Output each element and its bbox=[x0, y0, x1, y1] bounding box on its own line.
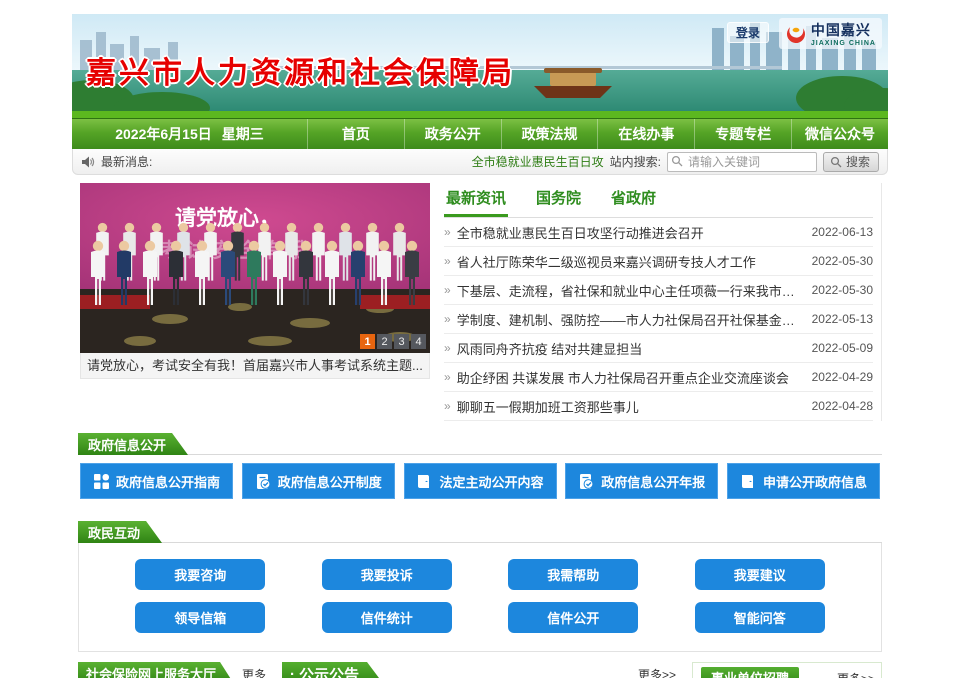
search-button-icon bbox=[830, 156, 842, 168]
consult-button[interactable]: 我要咨询 bbox=[135, 559, 265, 590]
gov-info-buttons: 政府信息公开指南 政府信息公开制度 法定主动公开内容 bbox=[78, 455, 882, 509]
site-title: 嘉兴市人力资源和社会保障局 bbox=[86, 48, 515, 92]
statutory-disclosure-button[interactable]: 法定主动公开内容 bbox=[404, 463, 557, 499]
news-tabs: 最新资讯 国务院 省政府 bbox=[444, 183, 873, 218]
ticker-scroll-text[interactable]: 全市稳就业惠民生百日攻 bbox=[472, 153, 604, 170]
carousel-photo-image: 请党放心， 考试安全有我 bbox=[80, 183, 430, 353]
double-arrow-bullet-icon: » bbox=[444, 225, 451, 239]
double-arrow-bullet-icon: » bbox=[444, 254, 451, 268]
news-date: 2022-05-30 bbox=[812, 283, 873, 297]
news-date: 2022-04-29 bbox=[812, 370, 873, 384]
doc-check-icon bbox=[255, 473, 272, 490]
speaker-icon bbox=[81, 155, 95, 169]
nav-item-home[interactable]: 首页 bbox=[307, 119, 404, 149]
pager-dot-2[interactable]: 2 bbox=[377, 334, 392, 349]
grid-icon bbox=[93, 473, 110, 490]
double-arrow-bullet-icon: » bbox=[444, 283, 451, 297]
news-date: 2022-06-13 bbox=[812, 225, 873, 239]
news-item[interactable]: » 聊聊五一假期加班工资那些事儿 2022-04-28 bbox=[444, 392, 873, 421]
double-arrow-bullet-icon: » bbox=[444, 312, 451, 326]
login-button[interactable]: 登录 bbox=[727, 22, 769, 43]
leader-mailbox-button[interactable]: 领导信箱 bbox=[135, 602, 265, 633]
suggestion-button[interactable]: 我要建议 bbox=[695, 559, 825, 590]
news-item[interactable]: » 省人社厅陈荣华二级巡视员来嘉兴调研专技人才工作 2022-05-30 bbox=[444, 247, 873, 276]
nav-date: 2022年6月15日 星期三 bbox=[72, 119, 307, 149]
news-item[interactable]: » 下基层、走流程，省社保和就业中心主任项薇一行来我市调研“国统”上线情况 20… bbox=[444, 276, 873, 305]
notices-panel: · 公示公告 更多>> » 关于设立嘉善技工学校的公示 2022-05-18 »… bbox=[282, 662, 676, 678]
site-search-label: 站内搜索: bbox=[610, 153, 661, 170]
logo-text-en: JIAXING CHINA bbox=[811, 40, 876, 47]
search-input[interactable] bbox=[667, 152, 817, 172]
carousel-photo[interactable]: 请党放心， 考试安全有我 bbox=[80, 183, 430, 353]
jiaxing-logo-icon bbox=[785, 23, 807, 45]
search-icon bbox=[671, 155, 683, 167]
tab-provincial-gov[interactable]: 省政府 bbox=[609, 183, 658, 217]
main-nav: 2022年6月15日 星期三 首页 政务公开 政策法规 在线办事 专题专栏 微信… bbox=[72, 118, 888, 149]
nav-item-policies[interactable]: 政策法规 bbox=[501, 119, 598, 149]
social-insurance-panel: 社会保险网上服务大厅 更多 个人(单位)社保证明打印 办事指南 bbox=[78, 662, 266, 678]
nav-item-special-topics[interactable]: 专题专栏 bbox=[694, 119, 791, 149]
recruitment-panel: 事业单位招聘 更多>> • 嘉兴市妇幼保健院2022年公开... • 2022年… bbox=[692, 662, 882, 678]
tab-state-council[interactable]: 国务院 bbox=[534, 183, 583, 217]
news-ticker-bar: 最新消息: 全市稳就业惠民生百日攻 站内搜索: 搜索 bbox=[72, 149, 888, 175]
book-icon bbox=[416, 473, 433, 490]
social-insurance-more-link[interactable]: 更多 bbox=[242, 666, 266, 678]
gov-info-guide-button[interactable]: 政府信息公开指南 bbox=[80, 463, 233, 499]
double-arrow-bullet-icon: » bbox=[444, 399, 451, 413]
book-icon bbox=[740, 473, 757, 490]
logo-text-cn: 中国嘉兴 bbox=[811, 20, 876, 40]
news-panel: 最新资讯 国务院 省政府 » 全市稳就业惠民生百日攻坚行动推进会召开 2022-… bbox=[444, 183, 882, 421]
recruitment-title: 事业单位招聘 bbox=[701, 667, 799, 678]
nav-item-wechat[interactable]: 微信公众号 bbox=[791, 119, 888, 149]
news-item[interactable]: » 助企纾困 共谋发展 市人力社保局召开重点企业交流座谈会 2022-04-29 bbox=[444, 363, 873, 392]
gov-info-section: 政府信息公开 政府信息公开指南 政府信息公开制度 bbox=[72, 433, 888, 509]
notices-title: · 公示公告 bbox=[282, 662, 385, 678]
news-list: » 全市稳就业惠民生百日攻坚行动推进会召开 2022-06-13 » 省人社厅陈… bbox=[444, 218, 873, 421]
pager-dot-4[interactable]: 4 bbox=[411, 334, 426, 349]
gov-info-section-title: 政府信息公开 bbox=[78, 433, 188, 455]
photo-carousel: 请党放心， 考试安全有我 bbox=[80, 183, 430, 421]
news-item[interactable]: » 全市稳就业惠民生百日攻坚行动推进会召开 2022-06-13 bbox=[444, 218, 873, 247]
double-arrow-bullet-icon: » bbox=[444, 341, 451, 355]
news-date: 2022-05-30 bbox=[812, 254, 873, 268]
complaint-button[interactable]: 我要投诉 bbox=[322, 559, 452, 590]
recruitment-more-link[interactable]: 更多>> bbox=[837, 670, 875, 678]
news-date: 2022-04-28 bbox=[812, 399, 873, 413]
smart-qa-button[interactable]: 智能问答 bbox=[695, 602, 825, 633]
interaction-section: 政民互动 我要咨询 我要投诉 我需帮助 我要建议 领导信箱 信件统计 信件公开 … bbox=[72, 521, 888, 652]
jiaxing-logo[interactable]: 中国嘉兴 JIAXING CHINA bbox=[779, 18, 882, 49]
search-button[interactable]: 搜索 bbox=[823, 152, 879, 172]
page-container: 嘉兴市人力资源和社会保障局 登录 中国嘉兴 JIAXING CHINA 2022… bbox=[72, 0, 888, 678]
interaction-section-title: 政民互动 bbox=[78, 521, 162, 543]
news-date: 2022-05-13 bbox=[812, 312, 873, 326]
gov-info-annual-report-button[interactable]: 政府信息公开年报 bbox=[565, 463, 718, 499]
request-disclosure-button[interactable]: 申请公开政府信息 bbox=[727, 463, 880, 499]
news-item[interactable]: » 学制度、建机制、强防控——市人力社保局召开社保基金要情专题学习会 2022-… bbox=[444, 305, 873, 334]
nav-item-online-services[interactable]: 在线办事 bbox=[597, 119, 694, 149]
gov-info-system-button[interactable]: 政府信息公开制度 bbox=[242, 463, 395, 499]
pager-dot-1[interactable]: 1 bbox=[360, 334, 375, 349]
carousel-caption[interactable]: 请党放心，考试安全有我！首届嘉兴市人事考试系统主题... bbox=[80, 353, 430, 379]
letter-statistics-button[interactable]: 信件统计 bbox=[322, 602, 452, 633]
nav-item-gov-affairs[interactable]: 政务公开 bbox=[404, 119, 501, 149]
news-item[interactable]: » 风雨同舟齐抗疫 结对共建显担当 2022-05-09 bbox=[444, 334, 873, 363]
pager-dot-3[interactable]: 3 bbox=[394, 334, 409, 349]
ticker-label: 最新消息: bbox=[101, 153, 152, 170]
interaction-buttons: 我要咨询 我要投诉 我需帮助 我要建议 领导信箱 信件统计 信件公开 智能问答 bbox=[79, 543, 881, 651]
double-arrow-bullet-icon: » bbox=[444, 370, 451, 384]
header-banner: 嘉兴市人力资源和社会保障局 登录 中国嘉兴 JIAXING CHINA bbox=[72, 14, 888, 118]
letter-disclosure-button[interactable]: 信件公开 bbox=[508, 602, 638, 633]
doc-check-icon bbox=[578, 473, 595, 490]
tab-latest-news[interactable]: 最新资讯 bbox=[444, 183, 508, 217]
need-help-button[interactable]: 我需帮助 bbox=[508, 559, 638, 590]
social-insurance-title: 社会保险网上服务大厅 bbox=[78, 662, 234, 678]
carousel-pager: 1 2 3 4 bbox=[360, 334, 426, 349]
news-date: 2022-05-09 bbox=[812, 341, 873, 355]
notices-more-link[interactable]: 更多>> bbox=[638, 666, 676, 678]
